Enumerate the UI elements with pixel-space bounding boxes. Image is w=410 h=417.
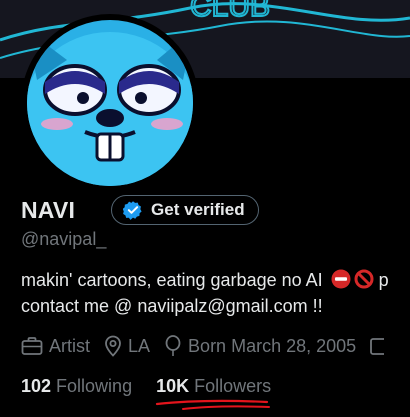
category-text: Artist <box>49 335 91 356</box>
profile-meta: Artist LA Born March 28, 2005 <box>21 334 404 358</box>
no-entry-emoji-icon <box>331 269 351 289</box>
banner-text: CLUB <box>190 0 270 23</box>
bio-line-1: makin' cartoons, eating garbage no AI p <box>21 267 410 293</box>
followers-count: 10K <box>156 376 190 396</box>
following-count: 102 <box>21 376 52 396</box>
avatar[interactable] <box>21 14 199 192</box>
get-verified-label: Get verified <box>151 200 245 219</box>
follow-stats: 102 Following 10K Followers <box>21 376 271 397</box>
followers-label: Followers <box>194 376 272 396</box>
following-label: Following <box>56 376 133 396</box>
bio-text-1-tail: p <box>378 270 389 290</box>
avatar-image <box>27 20 193 186</box>
following-link[interactable]: 102 Following <box>21 376 132 397</box>
joined-item <box>370 336 390 356</box>
prohibited-emoji-icon <box>354 269 374 289</box>
balloon-icon <box>165 335 181 356</box>
bio-text-1: makin' cartoons, eating garbage no AI <box>21 270 323 290</box>
location-pin-icon <box>105 335 121 357</box>
calendar-icon <box>370 338 385 355</box>
name-row: NAVI Get verified <box>21 194 259 226</box>
followers-link[interactable]: 10K Followers <box>156 376 271 397</box>
bio-line-2: contact me @ naviipalz@gmail.com !! <box>21 296 323 316</box>
red-underline-annotation <box>155 399 270 410</box>
location-item: LA <box>104 335 150 357</box>
briefcase-icon <box>21 337 43 355</box>
get-verified-button[interactable]: Get verified <box>111 195 259 225</box>
location-text: LA <box>128 335 151 356</box>
birthday-text: Born March 28, 2005 <box>188 335 357 356</box>
category-item: Artist <box>21 336 90 357</box>
birthday-item: Born March 28, 2005 <box>164 335 356 357</box>
display-name: NAVI <box>21 196 76 223</box>
user-handle: @navipal_ <box>21 229 107 249</box>
verified-badge-icon <box>123 201 142 220</box>
bio: makin' cartoons, eating garbage no AI p … <box>21 267 410 319</box>
